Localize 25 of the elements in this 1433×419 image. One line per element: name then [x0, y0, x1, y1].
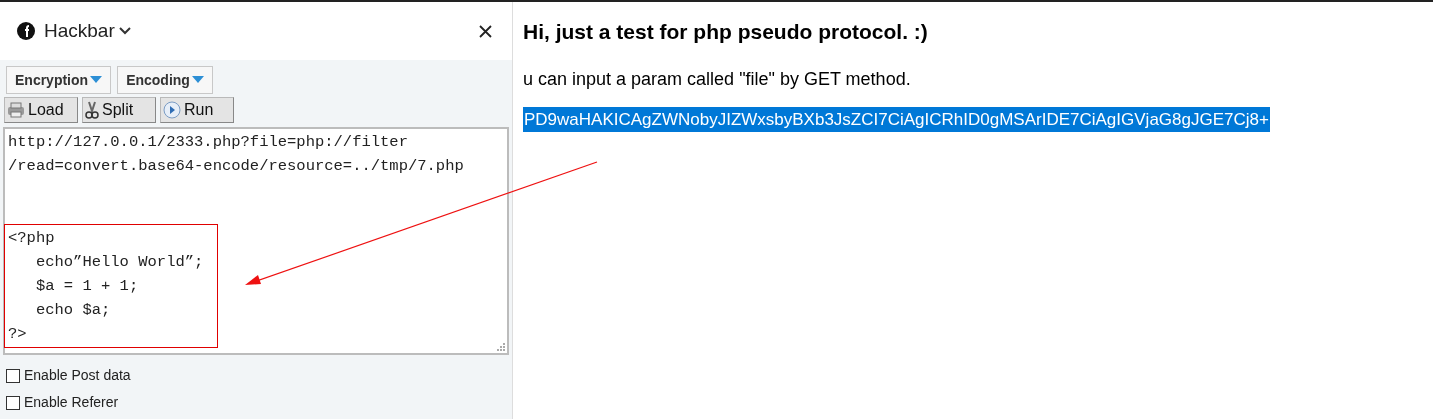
checkbox-label: Enable Post data [24, 366, 131, 385]
checkbox[interactable] [6, 395, 20, 410]
dropdown-menu[interactable]: Encoding [117, 66, 213, 94]
encoded-output: PD9waHAKICAgZWNobyJIZWxsbyBXb3JsZCI7CiAgICRhID0gMSArIDE7CiAgIGVjaG8gJGE7Cj8+ [523, 106, 1270, 132]
url-text-area[interactable]: http://127.0.0.1/2333.php?file=php://filter /read=convert.base64-encode/resource=../tmp/7.php <?php echo”Hello World”; $a = 1 + 1; echo $a; ?> [3, 127, 509, 355]
logo-icon [16, 21, 36, 41]
checkbox[interactable] [6, 368, 20, 383]
code-text: <?php echo”Hello World”; $a = 1 + 1; echo $a; ?> [8, 228, 205, 345]
play-icon [163, 101, 181, 119]
scissors-icon [85, 101, 99, 119]
url-text: http://127.0.0.1/2333.php?file=php://filter /read=convert.base64-encode/resource=../tmp/7.php [7, 132, 465, 177]
caret-icon [90, 76, 103, 84]
caret-icon [191, 76, 204, 84]
resize-grip-icon[interactable] [496, 342, 505, 351]
dropdown-menu[interactable]: Encryption [6, 66, 112, 94]
chevron-down-icon[interactable] [118, 27, 131, 35]
printer-icon [7, 102, 25, 118]
page-paragraph: u can input a param called "file" by GET method. [523, 67, 912, 91]
page-heading: Hi, just a test for php pseudo protocol. :) [523, 19, 929, 45]
toolbar-button[interactable]: Split [82, 97, 156, 123]
toolbar-button[interactable]: Load [4, 97, 78, 123]
toolbar-button[interactable]: Run [160, 97, 234, 123]
checkbox-label: Enable Referer [24, 393, 119, 412]
panel-title: Hackbar [44, 18, 115, 43]
close-icon[interactable] [479, 24, 492, 38]
